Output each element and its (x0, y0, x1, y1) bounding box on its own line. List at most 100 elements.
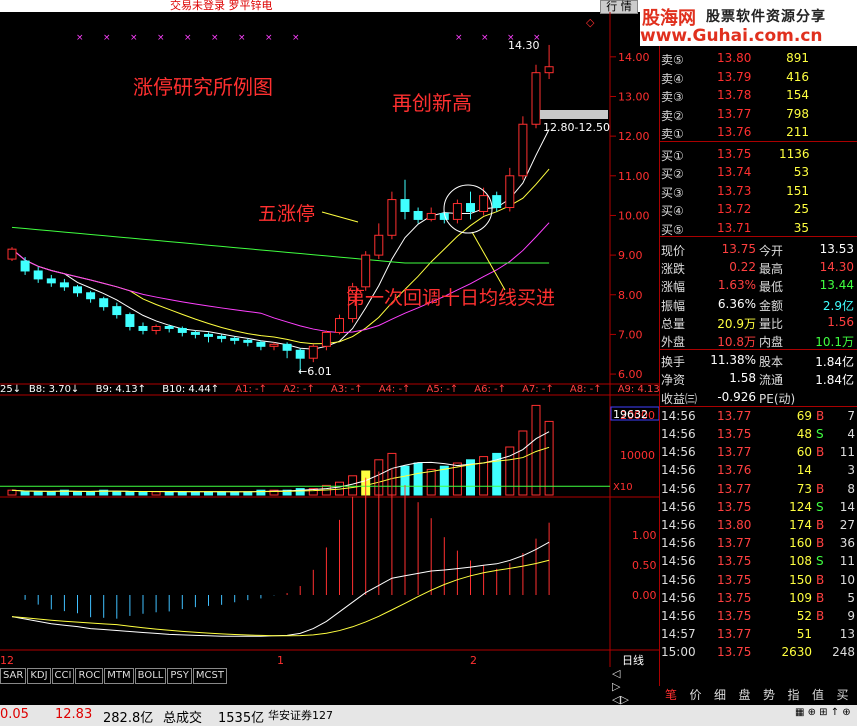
ask-volume: 891 (786, 51, 809, 65)
indicator-tab-roc[interactable]: ROC (75, 668, 104, 684)
macd-dea-line (11, 559, 550, 637)
stat-value: 13.44 (819, 278, 854, 293)
tick-volume: 60 (796, 445, 812, 460)
candle-body (413, 210, 423, 220)
volume-bar (439, 465, 449, 496)
stat-label: 总量 (661, 316, 686, 331)
marker-icon: × (238, 33, 246, 43)
volume-bar (151, 491, 161, 496)
volume-bar (413, 462, 423, 496)
quote-row: 14:56 13.76 14 3 (659, 462, 857, 480)
quote-row: 买③ 13.73 151 (659, 183, 857, 201)
indicator-tab-cci[interactable]: CCI (51, 668, 75, 684)
stat-label: 收益㈢ (661, 391, 698, 406)
tick-flag: B (816, 445, 825, 460)
status-label: 总成交 (163, 711, 203, 726)
volume-bar (73, 491, 82, 496)
quote-row: 15:00 13.75 2630 248 (659, 644, 857, 662)
nav-arrows-icon[interactable]: ◁ ▷ ◁▷ (612, 667, 629, 706)
indicator-tab-mtm[interactable]: MTM (104, 668, 134, 684)
candle-body (308, 345, 318, 359)
candle-body (282, 343, 292, 351)
bid-price: 13.72 (717, 202, 752, 216)
tick-price: 13.77 (717, 627, 752, 642)
ask-label: 卖④ (661, 71, 684, 86)
stat-label: 净资 (661, 373, 686, 388)
candle-body (7, 248, 17, 260)
stat-value: 20.9万 (717, 316, 756, 331)
ma-legend-item: A4: -↑ (379, 384, 411, 395)
tick-count: 8 (847, 481, 855, 496)
price-tick: 7.00 (618, 328, 643, 341)
marker-icon: × (130, 33, 138, 43)
stat-label: 股本 (759, 355, 784, 370)
high-price-label: 14.30 (508, 39, 540, 52)
ask-volume: 154 (786, 88, 809, 102)
stat-label: 现价 (661, 244, 686, 258)
tick-count: 13 (839, 627, 855, 642)
date-label: 1 (277, 654, 284, 667)
tray-icons: ▦ ⊕ ⊞ ↑ ⊕ (795, 707, 851, 718)
ma-legend-item: B10: 4.44↑ (162, 384, 219, 395)
indicator-tab-kdj[interactable]: KDJ (27, 668, 51, 684)
ma-legend-item: A3: -↑ (331, 384, 363, 395)
indicator-tab-boll[interactable]: BOLL (134, 668, 167, 684)
stat-value: -0.926 (717, 389, 756, 404)
indicator-tab-psy[interactable]: PSY (167, 668, 192, 684)
tick-volume: 108 (789, 554, 812, 569)
quote-tab[interactable]: 指 (782, 686, 806, 703)
range-marker (540, 110, 608, 119)
candle-body (20, 260, 30, 272)
candle-body (531, 72, 541, 125)
stat-label: 外盘 (661, 335, 686, 349)
stat-value: 1.84亿 (815, 355, 854, 370)
volume-value: 19632 (613, 408, 648, 421)
quote-tab[interactable]: 势 (757, 686, 781, 703)
quote-row: 14:56 13.75 109 B 5 (659, 590, 857, 608)
quote-tab[interactable]: 笔 (659, 686, 683, 703)
volume-bar (7, 489, 17, 496)
candle-body (426, 212, 436, 220)
period-label[interactable]: 日线 (622, 653, 644, 667)
candle-body (374, 234, 384, 256)
marker-icon: × (103, 33, 111, 43)
volume-bar (33, 491, 43, 496)
range-label: 12.80-12.50 (543, 121, 610, 134)
indicator-tab-sar[interactable]: SAR (0, 668, 27, 684)
candle-body (230, 337, 240, 341)
tick-price: 13.77 (717, 445, 752, 460)
ask-price: 13.76 (717, 125, 752, 139)
quote-row: 卖① 13.76 211 (659, 124, 857, 142)
quote-tab[interactable]: 细 (708, 686, 732, 703)
candle-body (190, 331, 200, 335)
quote-tab[interactable]: 买 (831, 686, 855, 703)
quote-tab[interactable]: 值 (806, 686, 830, 703)
tick-count: 5 (847, 590, 855, 605)
volume-bar (20, 491, 30, 496)
tick-price: 13.75 (717, 645, 752, 660)
quote-tabs: 笔价细盘势指值买 (659, 686, 857, 704)
tick-volume: 48 (796, 427, 812, 441)
quote-row: 总量 20.9万 量比 1.56 (659, 314, 857, 332)
volume-bar (46, 491, 56, 496)
tick-price: 13.76 (717, 463, 752, 478)
quote-row: 14:56 13.77 69 B 7 (659, 408, 857, 426)
quote-tab[interactable]: 价 (684, 686, 708, 703)
tick-flag: B (816, 609, 825, 623)
stock-chart-area[interactable]: 14.0013.0012.0011.0010.009.008.007.006.0… (0, 12, 659, 667)
candle-body (177, 327, 187, 333)
diamond-icon: ◇ (586, 16, 595, 29)
ask-price: 13.77 (717, 106, 752, 121)
bid-label: 买② (661, 167, 684, 181)
moving-averages (11, 129, 550, 350)
quote-tab[interactable]: 盘 (733, 686, 757, 703)
quote-row: 14:56 13.75 150 B 10 (659, 572, 857, 590)
indicator-tab-mcst[interactable]: MCST (192, 668, 227, 684)
ma-legend-item: A2: -↑ (283, 384, 315, 395)
ma20-line (11, 222, 550, 334)
broker-name: 华安证券127 (268, 709, 333, 722)
status-value: 0.05 (0, 707, 29, 722)
tick-flag: S (816, 554, 824, 569)
volume-bar (544, 420, 554, 496)
candle-body (400, 199, 410, 212)
